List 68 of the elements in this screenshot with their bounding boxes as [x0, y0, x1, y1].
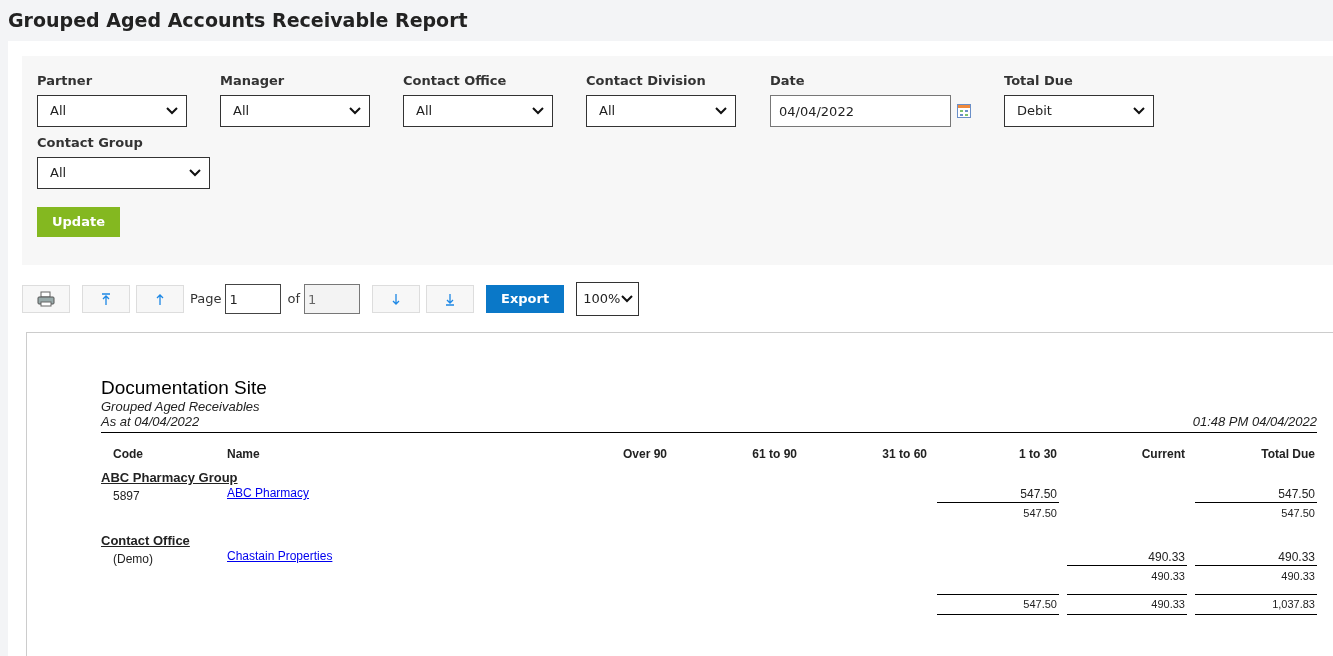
chevron-down-icon: [166, 107, 178, 115]
chevron-down-icon: [1133, 107, 1145, 115]
page-of-label: of: [287, 290, 300, 309]
printed-timestamp: 01:48 PM 04/04/2022: [1192, 414, 1317, 429]
contact-code: (Demo): [113, 552, 153, 566]
dropdown[interactable]: All: [403, 95, 553, 127]
column-header: Name: [227, 447, 260, 461]
amount: 490.33: [1067, 550, 1187, 566]
next-page-button[interactable]: [372, 285, 420, 313]
column-header: Current: [1141, 447, 1185, 461]
group-name: Contact Office: [101, 533, 190, 548]
filter-label: Contact Group: [37, 134, 144, 152]
filter-label: Total Due: [1004, 72, 1074, 90]
previous-page-button[interactable]: [136, 285, 184, 313]
amount: 547.50: [937, 594, 1059, 615]
amount: 490.33: [1151, 570, 1186, 582]
dropdown[interactable]: Debit: [1004, 95, 1154, 127]
amount: 490.33: [1067, 594, 1187, 615]
contact-code: 5897: [113, 489, 140, 503]
arrow-down-icon: [391, 292, 401, 306]
export-button[interactable]: Export: [486, 285, 565, 313]
column-header: 61 to 90: [752, 447, 797, 461]
amount: 490.33: [1195, 550, 1317, 566]
calendar-icon[interactable]: [957, 104, 971, 118]
arrow-up-icon: [155, 292, 165, 306]
report-subtitle: Grouped Aged Receivables: [101, 399, 261, 414]
arrow-to-bottom-icon: [445, 292, 455, 306]
printer-icon: [37, 291, 55, 307]
print-button[interactable]: [22, 285, 70, 313]
last-page-button[interactable]: [426, 285, 474, 313]
amount: 547.50: [1023, 507, 1058, 519]
page-field[interactable]: 1: [225, 284, 282, 314]
page-title: Grouped Aged Accounts Receivable Report: [8, 8, 468, 34]
filter-label: Contact Office: [403, 72, 508, 90]
chevron-down-icon: [532, 107, 544, 115]
filter-label: Manager: [220, 72, 286, 90]
dropdown[interactable]: All: [37, 157, 210, 189]
amount: 547.50: [1195, 487, 1317, 503]
column-header: Total Due: [1261, 447, 1315, 461]
company-name: Documentation Site: [101, 377, 268, 399]
amount: 1,037.83: [1195, 594, 1317, 615]
dropdown[interactable]: All: [586, 95, 736, 127]
group-name: ABC Pharmacy Group: [101, 470, 238, 485]
page-label: Page: [190, 290, 222, 309]
filter-label: Date: [770, 72, 806, 90]
dropdown[interactable]: All: [220, 95, 370, 127]
page-count-field: 1: [304, 284, 360, 314]
amount: 547.50: [1281, 507, 1316, 519]
date-field[interactable]: 04/04/2022: [770, 95, 951, 127]
as-at-date: As at 04/04/2022: [101, 414, 200, 429]
chevron-down-icon: [349, 107, 361, 115]
column-header: Over 90: [622, 447, 667, 461]
dropdown[interactable]: All: [37, 95, 187, 127]
contact-link[interactable]: Chastain Properties: [227, 549, 333, 563]
arrow-to-top-icon: [101, 292, 111, 306]
filter-label: Partner: [37, 72, 94, 90]
chevron-down-icon: [621, 295, 634, 303]
amount: 490.33: [1281, 570, 1316, 582]
column-header: Code: [113, 447, 143, 461]
chevron-down-icon: [189, 169, 201, 177]
filter-label: Contact Division: [586, 72, 707, 90]
column-header: 31 to 60: [882, 447, 927, 461]
contact-link[interactable]: ABC Pharmacy: [227, 486, 310, 500]
first-page-button[interactable]: [82, 285, 130, 313]
amount: 547.50: [937, 487, 1059, 503]
zoom-dropdown[interactable]: 100%: [576, 282, 640, 316]
chevron-down-icon: [715, 107, 727, 115]
column-header: 1 to 30: [1019, 447, 1057, 461]
